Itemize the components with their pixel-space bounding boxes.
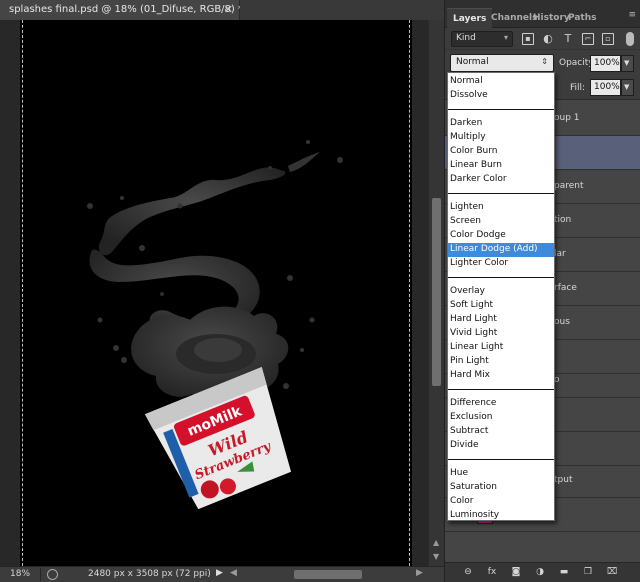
panel-menu-icon[interactable]: ≡ [628, 10, 635, 20]
blend-option[interactable]: Dissolve [448, 89, 554, 103]
vertical-scrollbar[interactable]: ▲ ▼ [428, 20, 444, 566]
link-layers-icon[interactable]: ⊖ [461, 566, 475, 579]
vertical-scroll-thumb[interactable] [432, 198, 441, 386]
chevron-updown-icon: ⇕ [541, 57, 548, 66]
status-menu-arrow-icon[interactable]: ▶ [216, 568, 223, 578]
blend-mode-menu: Normal Dissolve Darken Multiply Color Burn Li… [447, 72, 555, 521]
blend-option[interactable]: Hard Mix [448, 369, 554, 383]
add-mask-icon[interactable]: ◙ [509, 566, 523, 579]
adjustment-layer-icon[interactable]: ◑ [533, 566, 547, 579]
tab-bar-empty [240, 0, 444, 20]
blend-option[interactable]: Pin Light [448, 355, 554, 369]
close-icon[interactable]: ✕ [224, 3, 233, 16]
blend-option[interactable]: Difference [448, 397, 554, 411]
pixel-filter-icon[interactable]: ▪ [522, 33, 534, 45]
new-layer-icon[interactable]: ❐ [581, 566, 595, 579]
zoom-level[interactable]: 18% [10, 569, 30, 579]
tab-channels[interactable]: Channels [491, 8, 537, 28]
blend-mode-value: Normal [456, 57, 489, 67]
blend-option[interactable]: Saturation [448, 481, 554, 495]
document-dimensions: 2480 px x 3508 px (72 ppi) [88, 569, 211, 579]
new-group-icon[interactable]: ▬ [557, 566, 571, 579]
layer-name: parent [554, 181, 584, 191]
layer-filter-row: Kind ▾ ▪ ◐ T ⌐ ▫ [445, 28, 640, 50]
tab-history[interactable]: History [533, 8, 570, 28]
blend-option[interactable]: Normal [448, 75, 554, 89]
document-tab[interactable]: splashes final.psd @ 18% (01_Difuse, RGB… [0, 0, 243, 20]
blend-mode-select[interactable]: Normal ⇕ [450, 54, 554, 72]
layer-name: rface [554, 283, 577, 293]
blend-option[interactable]: Vivid Light [448, 327, 554, 341]
layer-name: lar [554, 249, 566, 259]
fill-input[interactable]: 100% [590, 79, 621, 96]
type-filter-icon[interactable]: T [562, 33, 574, 45]
filter-toggle-icon[interactable] [626, 32, 634, 46]
document-tab-title: splashes final.psd @ 18% (01_Difuse, RGB… [9, 4, 243, 15]
tab-layers[interactable]: Layers [447, 8, 493, 28]
shape-filter-icon[interactable]: ⌐ [582, 33, 594, 45]
opacity-input[interactable]: 100% [590, 55, 621, 72]
layer-style-fx-icon[interactable]: fx [485, 566, 499, 579]
blend-option[interactable]: Multiply [448, 131, 554, 145]
blend-option[interactable]: Subtract [448, 425, 554, 439]
layer-name: ous [554, 317, 570, 327]
menu-divider [448, 389, 554, 390]
smart-object-filter-icon[interactable]: ▫ [602, 33, 614, 45]
blend-option[interactable]: Lighten [448, 201, 554, 215]
tab-paths[interactable]: Paths [568, 8, 597, 28]
blend-option[interactable]: Hue [448, 467, 554, 481]
fill-label: Fill: [570, 83, 586, 93]
menu-divider [448, 109, 554, 110]
blend-option[interactable]: Darken [448, 117, 554, 131]
photoshop-window: splashes final.psd @ 18% (01_Difuse, RGB… [0, 0, 640, 582]
panel-bottom-bar: ⊖ fx ◙ ◑ ▬ ❐ ⌧ [445, 562, 640, 582]
blend-option[interactable]: Color Burn [448, 145, 554, 159]
blend-option[interactable]: Color Dodge [448, 229, 554, 243]
layer-name: tion [554, 215, 572, 225]
menu-divider [448, 459, 554, 460]
splash-artwork: moMilk Wild Strawberry [87, 140, 343, 510]
scroll-right-arrow-icon[interactable]: ▶ [416, 568, 423, 578]
blend-option[interactable]: Luminosity [448, 509, 554, 523]
panel-tabs: Layers Channels History Paths ≡ [445, 0, 640, 28]
filter-kind-value: Kind [456, 33, 476, 43]
menu-divider [448, 277, 554, 278]
blend-option[interactable]: Hard Light [448, 313, 554, 327]
blend-option[interactable]: Divide [448, 439, 554, 453]
blend-option[interactable]: Linear Dodge (Add) [448, 243, 554, 257]
layer-name: tput [554, 475, 573, 485]
blend-option[interactable]: Lighter Color [448, 257, 554, 271]
chevron-down-icon: ▾ [503, 33, 508, 42]
blend-option[interactable]: Linear Burn [448, 159, 554, 173]
horizontal-scroll-thumb[interactable] [294, 570, 362, 579]
canvas-area[interactable]: moMilk Wild Strawberry [0, 20, 428, 566]
adjustment-filter-icon[interactable]: ◐ [542, 33, 554, 45]
canvas-guide-left [22, 20, 23, 566]
blend-option[interactable]: Darker Color [448, 173, 554, 187]
opacity-dropdown-icon[interactable]: ▼ [621, 55, 634, 72]
blend-option[interactable]: Soft Light [448, 299, 554, 313]
doc-info-icon[interactable] [47, 569, 58, 580]
menu-divider [448, 193, 554, 194]
blend-option[interactable]: Linear Light [448, 341, 554, 355]
fill-dropdown-icon[interactable]: ▼ [621, 79, 634, 96]
status-bar: 18% 2480 px x 3508 px (72 ppi) ▶ ◀ ▶ [0, 566, 444, 582]
scroll-up-arrow-icon[interactable]: ▲ [433, 538, 439, 547]
blend-option[interactable]: Exclusion [448, 411, 554, 425]
blend-option[interactable]: Color [448, 495, 554, 509]
canvas-guide-right [409, 20, 410, 566]
filter-kind-select[interactable]: Kind ▾ [451, 31, 513, 47]
scroll-down-arrow-icon[interactable]: ▼ [433, 552, 439, 561]
document-canvas[interactable]: moMilk Wild Strawberry [20, 20, 412, 566]
layer-name: oup 1 [554, 113, 580, 123]
blend-option[interactable]: Screen [448, 215, 554, 229]
scroll-left-arrow-icon[interactable]: ◀ [230, 568, 237, 578]
status-divider [40, 568, 41, 581]
trash-icon[interactable]: ⌧ [605, 566, 619, 579]
blend-option[interactable]: Overlay [448, 285, 554, 299]
